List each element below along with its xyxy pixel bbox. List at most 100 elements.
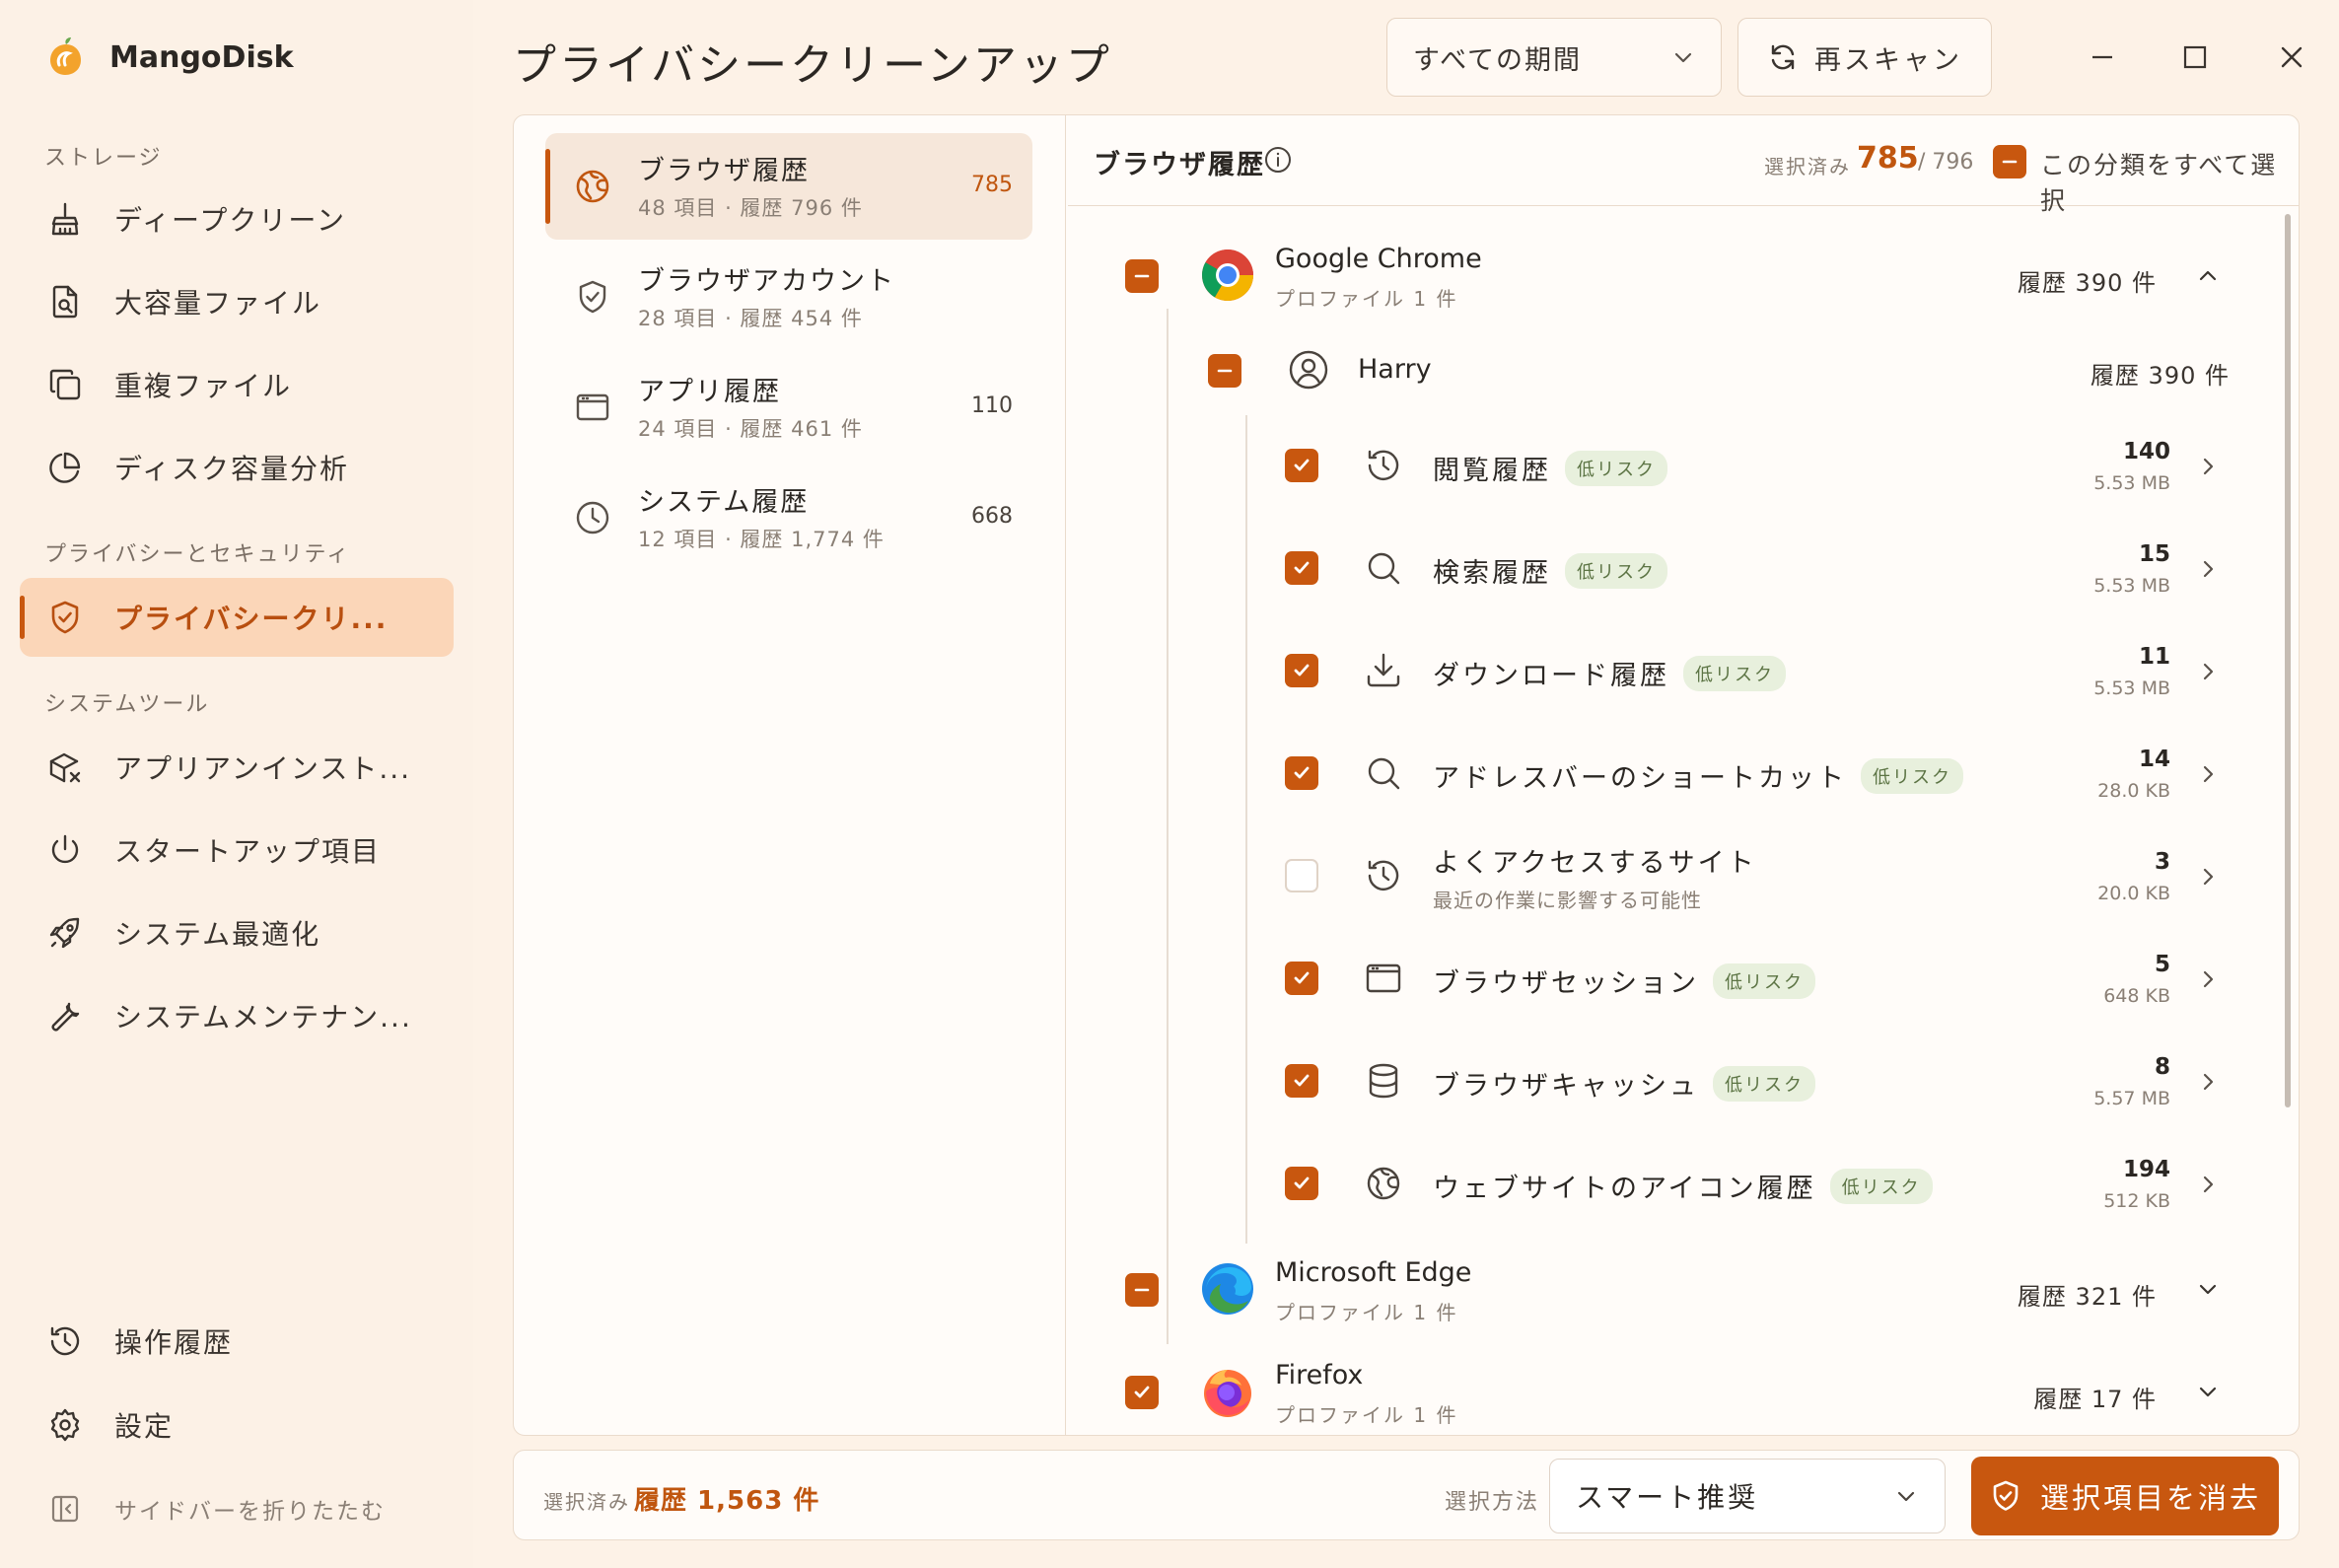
- chevron-right-icon[interactable]: [2194, 1171, 2222, 1198]
- maximize-button[interactable]: [2167, 30, 2223, 85]
- shield-icon: [573, 277, 612, 317]
- category-list: ブラウザ履歴 48 項目 · 履歴 796 件 785 ブラウザアカウント 28…: [514, 115, 1066, 1435]
- sidebar-item-duplicates[interactable]: 重複ファイル: [20, 345, 454, 424]
- chevron-down-icon[interactable]: [2194, 1275, 2222, 1303]
- chevron-right-icon[interactable]: [2194, 760, 2222, 788]
- checkbox[interactable]: [1125, 259, 1159, 293]
- item-count: 14: [2138, 747, 2170, 772]
- sidebar-item-optimize[interactable]: システム最適化: [20, 893, 454, 972]
- sidebar-item-disk-analysis[interactable]: ディスク容量分析: [20, 428, 454, 507]
- footer-selected-label: 選択済み: [543, 1490, 630, 1514]
- sidebar-item-app-uninstall[interactable]: アプリアンインスト...: [20, 728, 454, 807]
- sidebar-item-history[interactable]: 操作履歴: [20, 1302, 454, 1381]
- item-name-group: アドレスバーのショートカット 低リスク: [1433, 756, 1963, 795]
- chevron-down-icon[interactable]: [2194, 1378, 2222, 1405]
- info-icon[interactable]: [1263, 145, 1293, 175]
- sidebar-item-maintenance[interactable]: システムメンテナン...: [20, 976, 454, 1055]
- history-item-row[interactable]: ブラウザセッション 低リスク 5 648 KB: [1068, 928, 2299, 1031]
- category-sub: 24 項目 · 履歴 461 件: [638, 417, 863, 441]
- clean-selected-button[interactable]: 選択項目を消去: [1971, 1457, 2279, 1535]
- window-icon: [573, 388, 612, 427]
- sidebar: MangoDisk ストレージ ディープクリーン 大容量ファイル 重複ファイル …: [0, 0, 473, 1568]
- item-name-group: ブラウザセッション 低リスク: [1433, 962, 1815, 1000]
- checkbox[interactable]: [1285, 1167, 1318, 1200]
- category-sub: 12 項目 · 履歴 1,774 件: [638, 528, 885, 551]
- item-name: アドレスバーのショートカット: [1433, 763, 1847, 794]
- chevron-right-icon[interactable]: [2194, 658, 2222, 685]
- select-all-label[interactable]: この分類をすべて選択: [2040, 146, 2299, 217]
- edge-icon: [1200, 1261, 1255, 1317]
- collapse-sidebar-button[interactable]: サイドバーを折りたたむ: [20, 1469, 454, 1548]
- history-item-row[interactable]: ウェブサイトのアイコン履歴 低リスク 194 512 KB: [1068, 1133, 2299, 1236]
- globe-icon: [573, 167, 612, 206]
- item-warning: 最近の作業に影響する可能性: [1433, 889, 1702, 912]
- profile-row-harry[interactable]: Harry 履歴 390 件: [1068, 322, 2299, 415]
- chrome-icon: [1200, 248, 1255, 303]
- wrench-icon: [45, 996, 85, 1035]
- checkbox[interactable]: [1285, 654, 1318, 687]
- period-select[interactable]: すべての期間: [1386, 18, 1722, 97]
- history-icon: [45, 1321, 85, 1361]
- item-name: よくアクセスするサイト: [1433, 848, 1757, 879]
- category-app-history[interactable]: アプリ履歴 24 項目 · 履歴 461 件 110: [545, 354, 1032, 461]
- checkbox[interactable]: [1285, 1064, 1318, 1098]
- checkbox[interactable]: [1208, 354, 1241, 388]
- chevron-right-icon[interactable]: [2194, 555, 2222, 583]
- scrollbar[interactable]: [2285, 214, 2291, 1107]
- browser-total: 履歴 390 件: [2017, 269, 2157, 297]
- risk-badge: 低リスク: [1829, 1168, 1933, 1204]
- sidebar-item-label: 操作履歴: [114, 1326, 234, 1359]
- chevron-right-icon[interactable]: [2194, 1068, 2222, 1096]
- minimize-button[interactable]: [2075, 30, 2130, 85]
- history-item-row[interactable]: アドレスバーのショートカット 低リスク 14 28.0 KB: [1068, 723, 2299, 825]
- item-size: 5.53 MB: [2093, 677, 2170, 699]
- history-item-row[interactable]: ブラウザキャッシュ 低リスク 8 5.57 MB: [1068, 1031, 2299, 1133]
- checkbox[interactable]: [1125, 1273, 1159, 1307]
- globe-icon: [1364, 1164, 1403, 1203]
- select-all-checkbox[interactable]: [1993, 145, 2026, 178]
- chevron-up-icon[interactable]: [2194, 261, 2222, 289]
- clean-selected-label: 選択項目を消去: [2039, 1481, 2261, 1515]
- item-name-group: ブラウザキャッシュ 低リスク: [1433, 1064, 1815, 1103]
- checkbox[interactable]: [1285, 859, 1318, 892]
- category-system-history[interactable]: システム履歴 12 項目 · 履歴 1,774 件 668: [545, 464, 1032, 571]
- sidebar-item-settings[interactable]: 設定: [20, 1386, 454, 1464]
- item-name: ブラウザキャッシュ: [1433, 1071, 1699, 1102]
- rocket-icon: [45, 913, 85, 953]
- chevron-down-icon: [1893, 1483, 1919, 1509]
- sidebar-item-deep-clean[interactable]: ディープクリーン: [20, 179, 454, 258]
- item-size: 20.0 KB: [2097, 883, 2170, 904]
- category-browser-history[interactable]: ブラウザ履歴 48 項目 · 履歴 796 件 785: [545, 133, 1032, 240]
- checkbox[interactable]: [1285, 962, 1318, 995]
- checkbox[interactable]: [1285, 756, 1318, 790]
- sidebar-item-privacy-cleanup[interactable]: プライバシークリ...: [20, 578, 454, 657]
- sidebar-item-label: ディープクリーン: [114, 204, 346, 237]
- chevron-right-icon[interactable]: [2194, 965, 2222, 993]
- item-size: 28.0 KB: [2097, 780, 2170, 802]
- history-item-row[interactable]: ダウンロード履歴 低リスク 11 5.53 MB: [1068, 620, 2299, 723]
- sidebar-item-startup[interactable]: スタートアップ項目: [20, 811, 454, 890]
- browser-row-edge[interactable]: Microsoft Edge プロファイル 1 件 履歴 321 件: [1068, 1240, 2299, 1342]
- category-browser-accounts[interactable]: ブラウザアカウント 28 項目 · 履歴 454 件: [545, 244, 1032, 350]
- checkbox[interactable]: [1285, 551, 1318, 585]
- section-tools: システムツール: [44, 692, 210, 717]
- history-item-row[interactable]: 閲覧履歴 低リスク 140 5.53 MB: [1068, 415, 2299, 518]
- risk-badge: 低リスク: [1861, 757, 1963, 794]
- close-button[interactable]: [2264, 30, 2319, 85]
- selected-count: 785: [1857, 141, 1919, 176]
- mango-logo-icon: [44, 36, 88, 79]
- selection-method-select[interactable]: スマート推奨: [1549, 1459, 1946, 1533]
- history-item-row[interactable]: 検索履歴 低リスク 15 5.53 MB: [1068, 518, 2299, 620]
- checkbox[interactable]: [1285, 449, 1318, 482]
- history-item-row[interactable]: よくアクセスするサイト 最近の作業に影響する可能性 3 20.0 KB: [1068, 825, 2299, 928]
- checkbox[interactable]: [1125, 1376, 1159, 1409]
- sidebar-item-label: 重複ファイル: [114, 370, 293, 402]
- chevron-right-icon[interactable]: [2194, 453, 2222, 480]
- sidebar-item-large-files[interactable]: 大容量ファイル: [20, 262, 454, 341]
- rescan-button[interactable]: 再スキャン: [1737, 18, 1992, 97]
- sidebar-item-label: プライバシークリ...: [114, 603, 389, 635]
- browser-row-chrome[interactable]: Google Chrome プロファイル 1 件 履歴 390 件: [1068, 208, 2299, 311]
- browser-row-firefox[interactable]: Firefox プロファイル 1 件 履歴 17 件: [1068, 1342, 2299, 1435]
- chevron-right-icon[interactable]: [2194, 863, 2222, 891]
- profile-name: Harry: [1358, 354, 1432, 385]
